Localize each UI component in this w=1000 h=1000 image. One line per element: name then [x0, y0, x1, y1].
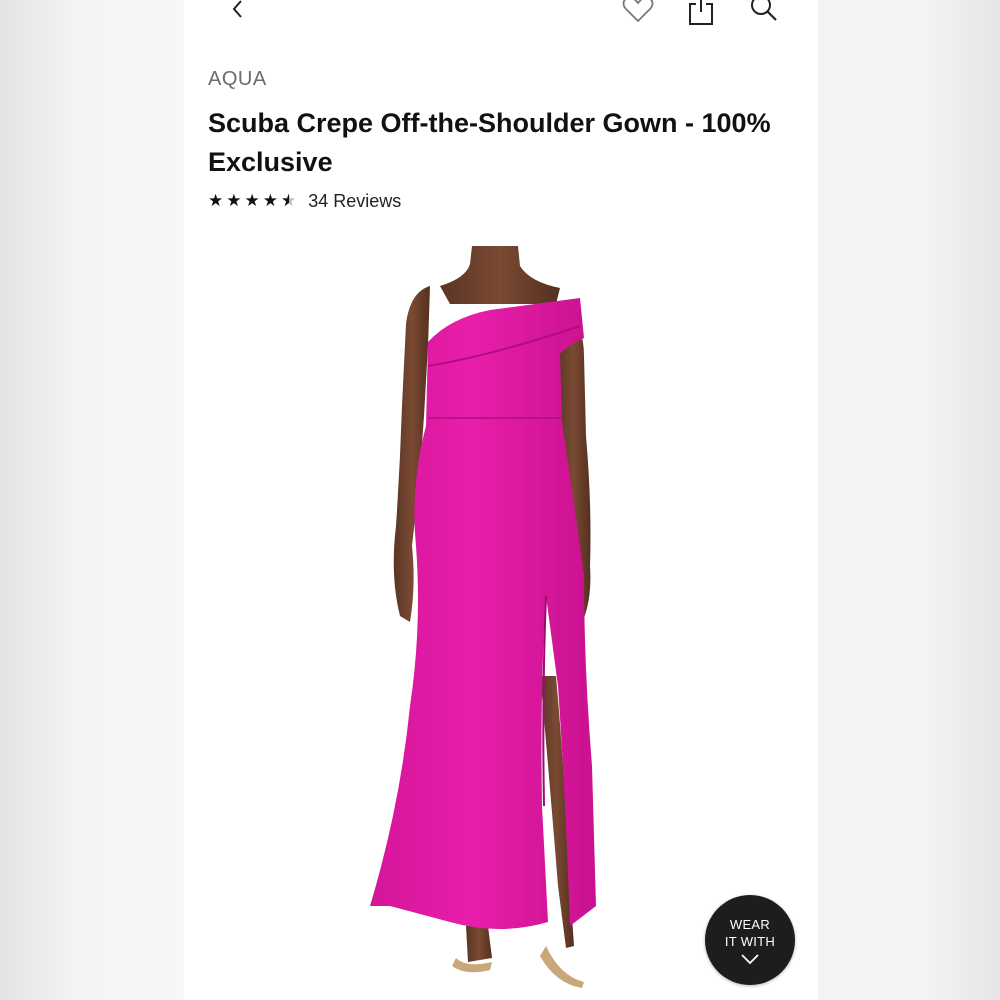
half-star-icon: ★ — [281, 192, 296, 210]
favorite-button[interactable] — [618, 0, 658, 26]
model-foot-left — [466, 926, 492, 962]
rating-summary[interactable]: ★ ★ ★ ★ ★ 34 Reviews — [208, 188, 401, 214]
back-button[interactable] — [218, 0, 258, 26]
search-icon — [751, 0, 777, 21]
chevron-left-icon — [232, 0, 242, 18]
brand-name[interactable]: AQUA — [208, 68, 267, 91]
wear-it-with-button[interactable]: WEAR IT WITH — [705, 895, 795, 985]
product-title: Scuba Crepe Off-the-Shoulder Gown - 100%… — [208, 108, 771, 177]
share-icon — [689, 0, 713, 25]
top-navigation-bar — [184, 0, 818, 30]
search-button[interactable] — [744, 0, 784, 26]
model-neck — [440, 246, 560, 304]
product-page: AQUA Scuba Crepe Off-the-Shoulder Gown -… — [184, 0, 818, 1000]
shoe-right — [540, 946, 584, 988]
share-button[interactable] — [681, 0, 721, 26]
heart-icon — [622, 0, 654, 23]
reviews-count-link[interactable]: 34 Reviews — [308, 191, 401, 212]
star-rating: ★ ★ ★ ★ ★ — [208, 190, 296, 211]
star-icon: ★ — [244, 190, 260, 211]
product-image[interactable] — [370, 246, 630, 1000]
star-icon: ★ — [226, 190, 242, 211]
wear-it-with-label-line1: WEAR — [729, 916, 771, 932]
chevron-down-icon — [741, 953, 759, 964]
star-icon: ★ — [208, 190, 224, 211]
star-icon: ★ — [262, 190, 278, 211]
wear-it-with-label-line2: IT WITH — [724, 933, 776, 949]
